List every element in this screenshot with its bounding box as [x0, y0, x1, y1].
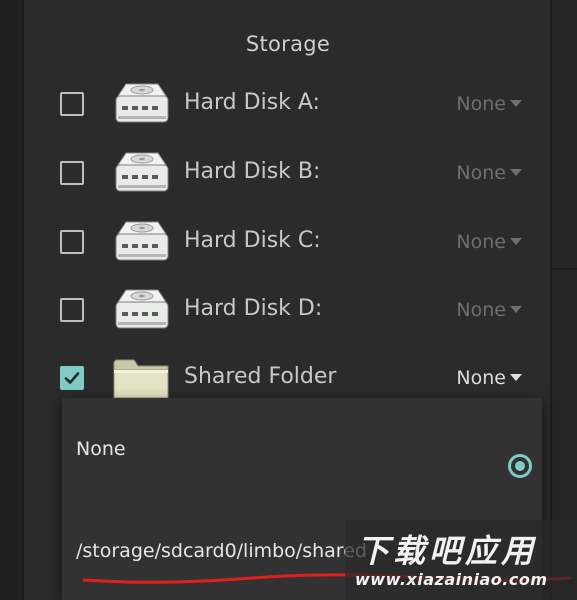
- hard-disk-a-dropdown[interactable]: None: [456, 93, 522, 115]
- hard-disk-d-dropdown[interactable]: None: [456, 299, 522, 321]
- hard-disk-b-dropdown[interactable]: None: [456, 162, 522, 184]
- hard-disk-icon: [115, 289, 169, 329]
- row-label: Hard Disk B:: [184, 159, 321, 184]
- hard-disk-d-checkbox[interactable]: [60, 298, 84, 322]
- storage-row-hard-disk-a[interactable]: Hard Disk A: None: [26, 76, 550, 136]
- option-label: /storage/sdcard0/limbo/shared: [76, 540, 367, 562]
- hard-disk-icon: [115, 83, 169, 123]
- dropdown-value: None: [456, 93, 506, 115]
- storage-row-hard-disk-b[interactable]: Hard Disk B: None: [26, 145, 550, 205]
- dropdown-arrow-icon: [510, 100, 522, 107]
- hard-disk-icon: [115, 221, 169, 261]
- dropdown-value: None: [456, 367, 506, 389]
- shared-folder-dropdown[interactable]: None: [456, 367, 522, 389]
- watermark-title: 下载吧应用: [357, 532, 538, 570]
- panel-divider: [552, 268, 577, 270]
- dropdown-arrow-icon: [510, 374, 522, 381]
- shared-folder-checkbox[interactable]: [60, 366, 84, 390]
- folder-icon: [113, 359, 169, 399]
- hard-disk-icon: [115, 152, 169, 192]
- dialog-title: Storage: [245, 32, 331, 56]
- background-panel-right: [550, 0, 577, 600]
- watermark-logo: 下载吧应用 www.xiazainiao.com: [345, 520, 577, 600]
- option-none[interactable]: None: [62, 420, 542, 478]
- dropdown-value: None: [456, 162, 506, 184]
- row-label: Hard Disk D:: [184, 296, 323, 321]
- row-label: Hard Disk C:: [184, 228, 321, 253]
- hard-disk-b-checkbox[interactable]: [60, 161, 84, 185]
- checkmark-icon: [64, 372, 80, 384]
- dropdown-arrow-icon: [510, 306, 522, 313]
- dropdown-value: None: [456, 231, 506, 253]
- watermark-url: www.xiazainiao.com: [355, 570, 548, 589]
- row-label: Shared Folder: [184, 364, 337, 389]
- dropdown-value: None: [456, 299, 506, 321]
- hard-disk-c-checkbox[interactable]: [60, 230, 84, 254]
- option-label: None: [76, 438, 126, 460]
- dropdown-arrow-icon: [510, 169, 522, 176]
- radio-selected-icon[interactable]: [508, 454, 532, 478]
- background-panel-left: [0, 0, 24, 600]
- storage-row-hard-disk-c[interactable]: Hard Disk C: None: [26, 214, 550, 274]
- hard-disk-a-checkbox[interactable]: [60, 92, 84, 116]
- hard-disk-c-dropdown[interactable]: None: [456, 231, 522, 253]
- row-label: Hard Disk A:: [184, 90, 320, 115]
- storage-row-hard-disk-d[interactable]: Hard Disk D: None: [26, 282, 550, 342]
- dropdown-arrow-icon: [510, 238, 522, 245]
